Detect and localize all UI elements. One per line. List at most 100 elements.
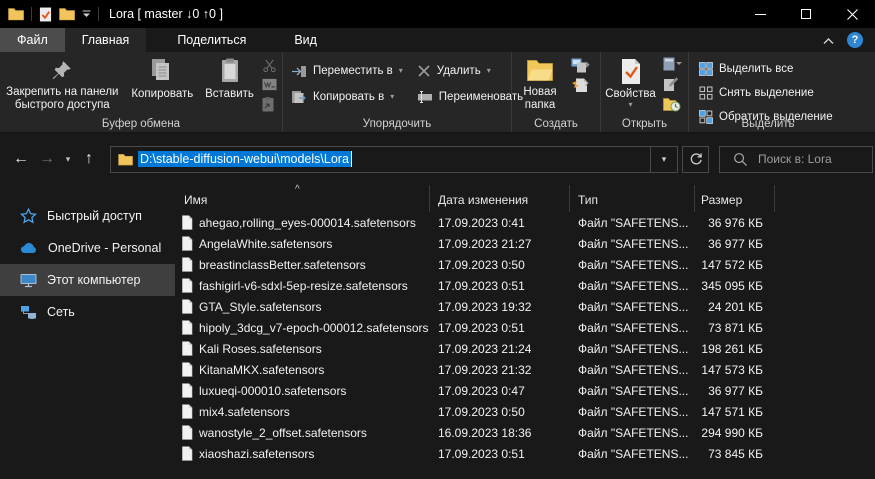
copy-path-icon[interactable] <box>262 77 277 92</box>
pin-icon <box>51 55 73 85</box>
collapse-ribbon-icon[interactable] <box>822 36 835 45</box>
table-row[interactable]: KitanaMKX.safetensors17.09.2023 21:32Фай… <box>175 359 875 380</box>
explorer-window: Lora [ master ↓0 ↑0 ] Файл Главная Подел… <box>0 0 875 479</box>
table-row[interactable]: AngelaWhite.safetensors17.09.2023 21:27Ф… <box>175 233 875 254</box>
table-row[interactable]: luxueqi-000010.safetensors17.09.2023 0:4… <box>175 380 875 401</box>
rename-icon <box>417 91 433 103</box>
qat-new-folder-icon[interactable] <box>59 7 75 21</box>
ribbon-tab-bar: Файл Главная Поделиться Вид ? <box>0 28 875 52</box>
file-type: Файл "SAFETENS... <box>570 405 695 419</box>
sidebar: Быстрый доступ OneDrive - Personal Этот … <box>0 185 175 479</box>
forward-button[interactable]: → <box>34 146 60 172</box>
sidebar-item-label: Сеть <box>47 305 75 319</box>
file-date: 17.09.2023 0:51 <box>430 279 570 293</box>
close-button[interactable] <box>829 0 875 28</box>
up-button[interactable]: ↑ <box>76 146 102 172</box>
table-row[interactable]: ahegao,rolling_eyes-000014.safetensors17… <box>175 212 875 233</box>
onedrive-cloud-icon <box>20 242 38 254</box>
ribbon-group-clipboard: Закрепить на панели быстрого доступа Коп… <box>0 52 283 132</box>
table-row[interactable]: fashigirl-v6-sdxl-5ep-resize.safetensors… <box>175 275 875 296</box>
file-icon <box>181 404 193 419</box>
group-label-organize: Упорядочить <box>283 118 511 130</box>
column-header-type[interactable]: Тип <box>570 185 695 212</box>
sidebar-item-this-pc[interactable]: Этот компьютер <box>0 264 175 296</box>
search-placeholder: Поиск в: Lora <box>758 152 832 166</box>
ribbon-group-organize: Переместить в ▾ Копировать в ▾ <box>283 52 512 132</box>
recent-locations-icon[interactable]: ▾ <box>60 146 76 172</box>
copy-to-button[interactable]: Копировать в ▾ <box>291 86 403 108</box>
back-button[interactable]: ← <box>8 146 34 172</box>
qat-properties-icon[interactable] <box>39 7 52 22</box>
file-size: 147 573 КБ <box>695 363 775 377</box>
pin-to-quick-access-button[interactable]: Закрепить на панели быстрого доступа <box>0 52 125 112</box>
address-path[interactable]: D:\stable-diffusion-webui\models\Lora <box>138 151 352 167</box>
file-type: Файл "SAFETENS... <box>570 363 695 377</box>
chevron-down-icon: ▾ <box>628 101 632 109</box>
paste-button[interactable]: Вставить <box>200 52 259 112</box>
maximize-button[interactable] <box>783 0 829 28</box>
properties-button[interactable]: Свойства ▾ <box>601 52 660 112</box>
column-header-size[interactable]: Размер <box>695 185 775 212</box>
file-icon <box>181 446 193 461</box>
table-row[interactable]: Kali Roses.safetensors17.09.2023 21:24Фа… <box>175 338 875 359</box>
network-icon <box>20 305 37 320</box>
paste-shortcut-icon[interactable] <box>262 97 277 112</box>
table-row[interactable]: xiaoshazi.safetensors17.09.2023 0:51Файл… <box>175 443 875 464</box>
file-list-pane: ^ Имя Дата изменения Тип Размер ahegao,r… <box>175 185 875 479</box>
table-row[interactable]: hipoly_3dcg_v7-epoch-000012.safetensors1… <box>175 317 875 338</box>
new-item-icon[interactable] <box>571 77 593 93</box>
copy-icon <box>150 55 174 87</box>
table-row[interactable]: GTA_Style.safetensors17.09.2023 19:32Фай… <box>175 296 875 317</box>
file-type: Файл "SAFETENS... <box>570 384 695 398</box>
tab-home[interactable]: Главная <box>65 28 147 52</box>
easy-access-icon[interactable] <box>571 57 593 73</box>
rename-button[interactable]: Переименовать <box>417 86 523 108</box>
address-dropdown-icon[interactable]: ▾ <box>650 147 677 172</box>
minimize-button[interactable] <box>737 0 783 28</box>
column-headers: ^ Имя Дата изменения Тип Размер <box>175 185 875 212</box>
paste-label: Вставить <box>205 88 254 101</box>
file-type: Файл "SAFETENS... <box>570 237 695 251</box>
search-input[interactable]: Поиск в: Lora <box>719 146 873 173</box>
address-bar[interactable]: D:\stable-diffusion-webui\models\Lora ▾ <box>110 146 678 173</box>
window-controls <box>737 0 875 28</box>
delete-button[interactable]: Удалить ▾ <box>417 60 523 82</box>
ribbon-group-open: Свойства ▾ Открыть <box>601 52 689 132</box>
help-icon[interactable]: ? <box>847 32 863 48</box>
copy-button[interactable]: Копировать <box>125 52 200 112</box>
select-all-label: Выделить все <box>719 63 793 75</box>
refresh-button[interactable] <box>682 146 709 173</box>
file-type: Файл "SAFETENS... <box>570 258 695 272</box>
qat-customize-icon[interactable] <box>82 10 91 18</box>
file-icon <box>181 278 193 293</box>
history-icon[interactable] <box>663 96 683 112</box>
move-to-button[interactable]: Переместить в ▾ <box>291 60 403 82</box>
sidebar-item-onedrive[interactable]: OneDrive - Personal <box>0 232 175 264</box>
file-name: luxueqi-000010.safetensors <box>199 384 346 398</box>
file-icon <box>181 215 193 230</box>
column-header-date[interactable]: Дата изменения <box>430 185 570 212</box>
copy-to-icon <box>291 90 307 104</box>
group-label-clipboard: Буфер обмена <box>0 118 282 130</box>
open-with-icon[interactable] <box>663 56 683 72</box>
file-type: Файл "SAFETENS... <box>570 426 695 440</box>
tab-view[interactable]: Вид <box>277 28 334 52</box>
edit-icon[interactable] <box>663 76 683 92</box>
select-all-button[interactable]: Выделить все <box>699 58 839 80</box>
sidebar-item-network[interactable]: Сеть <box>0 296 175 328</box>
table-row[interactable]: breastinclassBetter.safetensors17.09.202… <box>175 254 875 275</box>
column-header-name[interactable]: Имя <box>175 185 430 212</box>
cut-icon[interactable] <box>262 58 277 73</box>
new-folder-button[interactable]: Новая папка <box>512 52 568 112</box>
sidebar-item-quick-access[interactable]: Быстрый доступ <box>0 200 175 232</box>
file-type: Файл "SAFETENS... <box>570 216 695 230</box>
tab-share[interactable]: Поделиться <box>160 28 263 52</box>
deselect-button[interactable]: Снять выделение <box>699 82 839 104</box>
table-row[interactable]: wanostyle_2_offset.safetensors16.09.2023… <box>175 422 875 443</box>
tab-file[interactable]: Файл <box>0 28 65 52</box>
file-size: 36 976 КБ <box>695 216 775 230</box>
ribbon-group-select: Выделить все Снять выделение Обратить вы… <box>689 52 847 132</box>
chevron-down-icon: ▾ <box>487 67 491 75</box>
file-date: 17.09.2023 0:50 <box>430 258 570 272</box>
table-row[interactable]: mix4.safetensors17.09.2023 0:50Файл "SAF… <box>175 401 875 422</box>
